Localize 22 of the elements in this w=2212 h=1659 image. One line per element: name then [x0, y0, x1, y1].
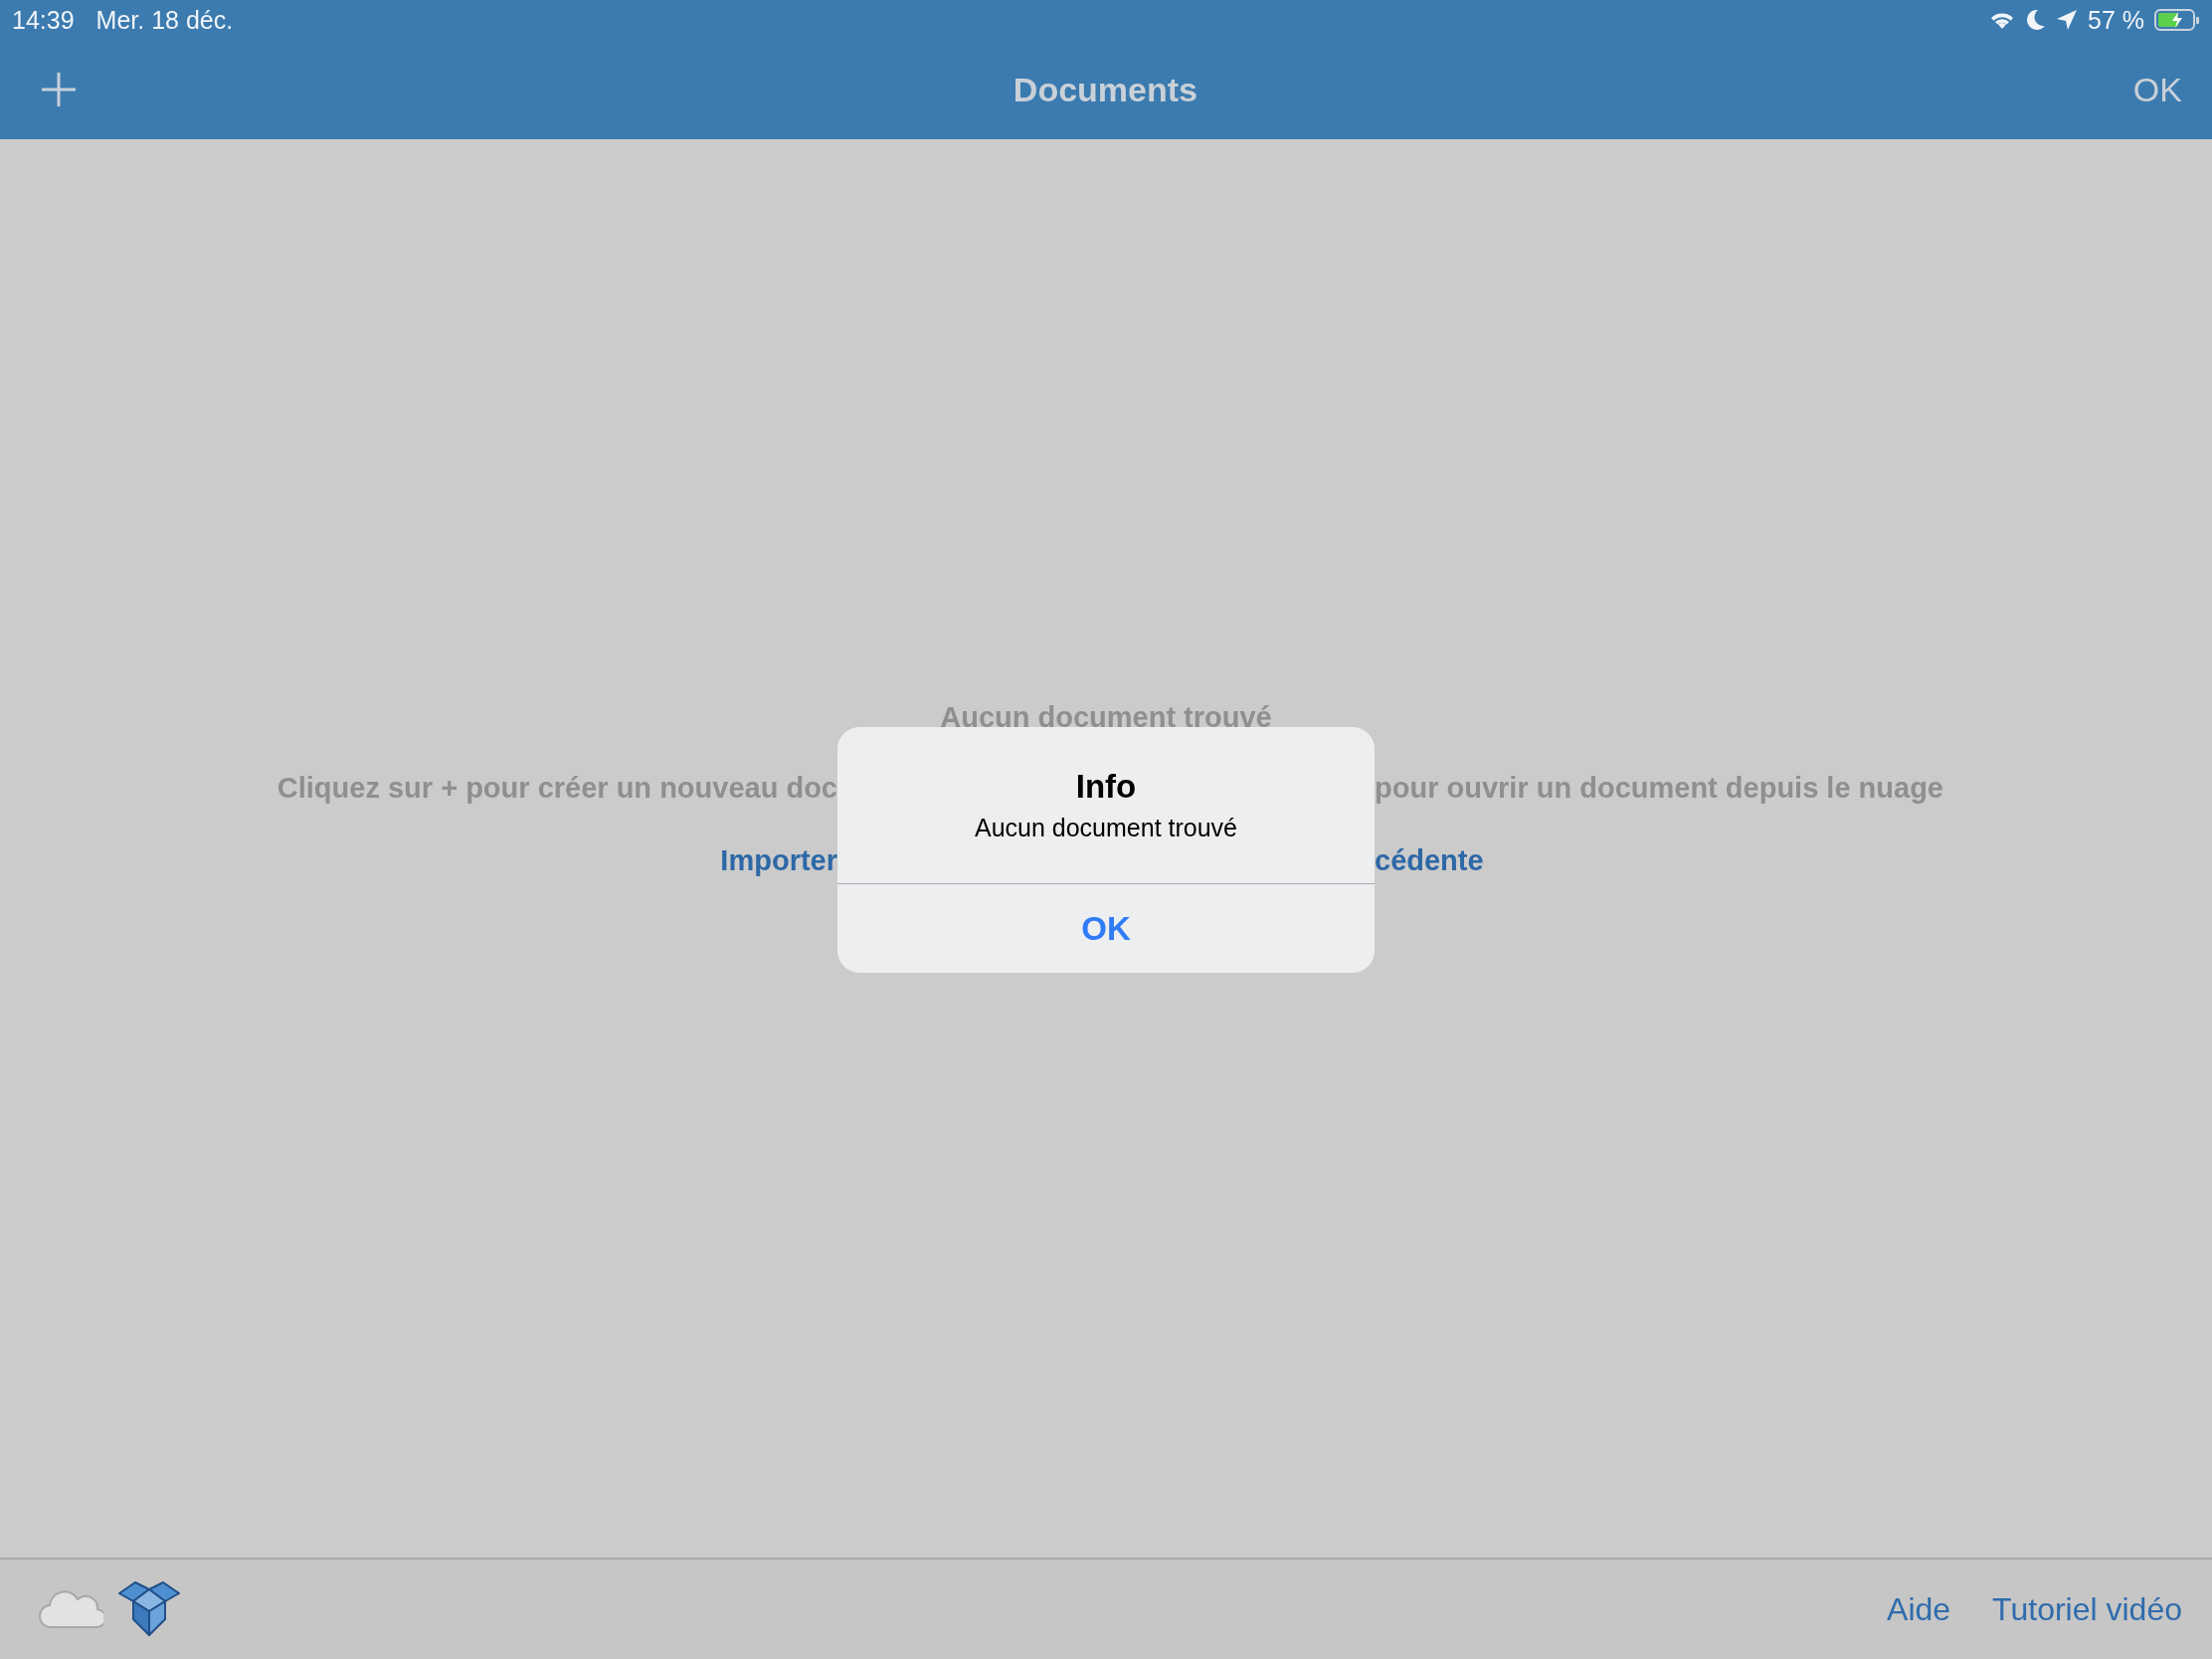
location-arrow-icon	[2056, 9, 2078, 31]
status-time: 14:39	[12, 5, 75, 35]
import-link[interactable]: Importer	[720, 844, 837, 877]
done-button[interactable]: OK	[2132, 70, 2182, 109]
hint-text: Cliquez sur + pour créer un nouveau doc	[276, 772, 837, 805]
video-tutorial-link[interactable]: Tutoriel vidéo	[1992, 1590, 2182, 1628]
previous-link[interactable]: cédente	[1375, 844, 1484, 877]
status-date: Mer. 18 déc.	[95, 5, 234, 35]
add-button[interactable]	[40, 71, 78, 108]
battery-percentage: 57 %	[2088, 5, 2144, 35]
screen-title: Documents	[1013, 70, 1198, 109]
cloud-icon[interactable]	[38, 1587, 103, 1631]
alert-message: Aucun document trouvé	[974, 814, 1238, 842]
box-icon[interactable]	[117, 1581, 181, 1637]
moon-icon	[2026, 9, 2046, 31]
battery-icon	[2154, 8, 2200, 32]
alert-title: Info	[1075, 768, 1137, 806]
plus-icon	[40, 71, 78, 108]
empty-state-title: Aucun document trouvé	[939, 701, 1273, 734]
help-link[interactable]: Aide	[1887, 1590, 1951, 1628]
ok-button[interactable]: OK	[837, 884, 1375, 973]
hint-text: pour ouvrir un document depuis le nuage	[1375, 772, 1943, 805]
